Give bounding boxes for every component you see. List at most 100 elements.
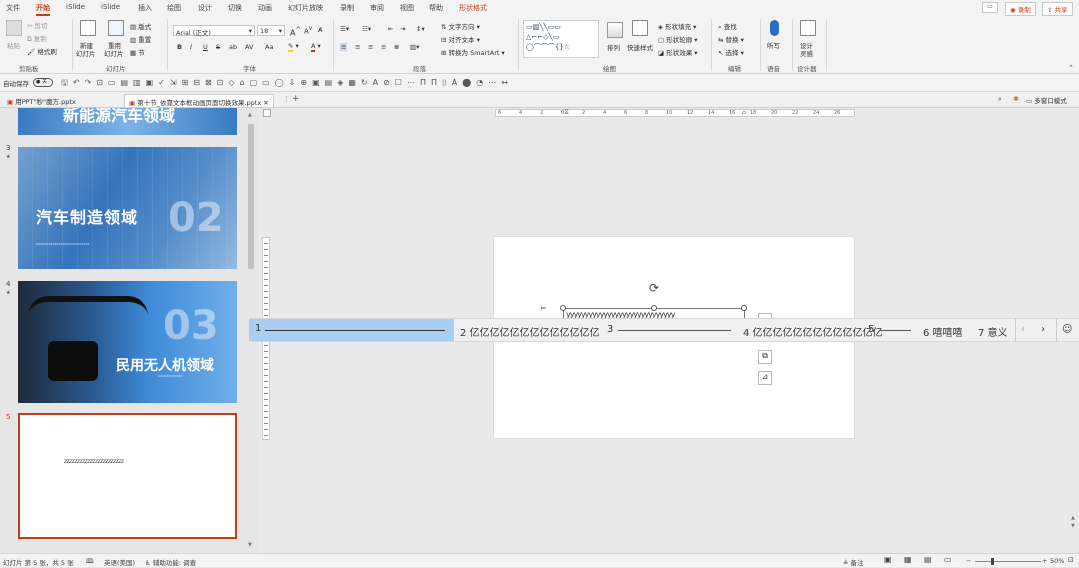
shape-effects-button[interactable]: ◪ 形状效果 ▾ xyxy=(658,47,698,57)
zoom-level[interactable]: 50% xyxy=(1050,557,1064,565)
zoom-out-icon[interactable]: − xyxy=(966,557,971,565)
char-spacing-button[interactable]: AV xyxy=(245,43,253,51)
smartart-button[interactable]: ⊞ 转换为 SmartArt ▾ xyxy=(441,47,505,57)
ime-next-icon[interactable]: › xyxy=(1041,324,1045,335)
line-spacing-button[interactable]: ↕▾ xyxy=(416,25,425,33)
language-indicator[interactable]: 英语(美国) xyxy=(104,557,135,567)
highlight-color-button[interactable]: ✎ ▾ xyxy=(288,42,299,52)
search-icon[interactable]: ⌕ xyxy=(998,95,1002,104)
canvas-scroll-icons[interactable]: ▲ ▼ xyxy=(1071,514,1075,530)
tab-home[interactable]: 开始 xyxy=(36,3,50,16)
tab-review[interactable]: 审阅 xyxy=(370,3,384,13)
slide-thumbnail-5[interactable]: ZZZZZZZZZZZZZZZZZZZZZZZ xyxy=(18,413,237,539)
reading-view-icon[interactable]: ▤ xyxy=(924,555,932,564)
tab-draw[interactable]: 绘图 xyxy=(167,3,181,13)
clear-format-icon[interactable]: A̸ xyxy=(318,26,322,34)
tab-shape-format[interactable]: 形状格式 xyxy=(459,3,487,13)
find-button[interactable]: ⌕ 查找 xyxy=(718,21,737,32)
ime-candidate[interactable]: 4 亿亿亿亿亿亿亿亿亿亿亿亿亿 xyxy=(743,324,883,339)
layout-button[interactable]: ▤ 版式 xyxy=(130,21,151,31)
indent-marker-icon[interactable]: ⧖ xyxy=(564,108,569,117)
zoom-slider-thumb[interactable] xyxy=(990,558,994,565)
ime-input-box[interactable]: 1 xyxy=(249,319,454,341)
settings-icon[interactable]: ✱ xyxy=(1013,95,1019,103)
strikethrough-button[interactable]: S xyxy=(216,43,220,51)
new-tab-icon[interactable]: + xyxy=(292,94,300,104)
zoom-in-icon[interactable]: + xyxy=(1042,557,1047,565)
decrease-indent-button[interactable]: ⇤ xyxy=(388,25,393,33)
cut-button[interactable]: ✂ 剪切 xyxy=(27,20,48,30)
spellcheck-icon[interactable]: 🕮 xyxy=(86,557,94,568)
reuse-slides-icon[interactable] xyxy=(108,20,124,36)
shape-outline-button[interactable]: ▢ 形状轮廓 ▾ xyxy=(658,34,698,44)
slide-thumbnail-4[interactable]: 03 民用无人机领域 XXXXXXXXXXXX xyxy=(18,281,237,403)
quick-styles-icon[interactable] xyxy=(632,20,648,36)
numbering-button[interactable]: ☷▾ xyxy=(362,25,371,33)
justify-button[interactable]: ≡ xyxy=(381,43,386,51)
new-slide-icon[interactable] xyxy=(80,20,96,36)
align-left-button[interactable]: ≡ xyxy=(340,43,348,51)
ime-candidate[interactable]: 2 亿亿亿亿亿亿亿亿亿亿亿亿亿 xyxy=(460,324,600,339)
ime-candidate[interactable]: 5 xyxy=(868,324,874,335)
tab-help[interactable]: 帮助 xyxy=(429,3,443,13)
slide-sorter-icon[interactable]: ▦ xyxy=(904,555,912,564)
ime-candidate[interactable]: 7 意义 xyxy=(978,324,1008,339)
tab-islide-1[interactable]: iSlide xyxy=(66,3,85,11)
copy-button[interactable]: ⧉ 复制 xyxy=(27,33,47,44)
bullets-button[interactable]: ☰▾ xyxy=(340,25,349,33)
autosave-toggle[interactable]: ● 关 xyxy=(33,78,53,87)
increase-indent-button[interactable]: ⇥ xyxy=(400,25,405,33)
tab-file[interactable]: 文件 xyxy=(6,3,20,13)
horizontal-ruler[interactable]: 6 4 2 0 2 4 6 8 10 12 14 16 18 20 22 24 26 ⧖ ⌂ xyxy=(495,108,855,117)
ime-candidate[interactable]: 6 嘻嘻嘻 xyxy=(923,324,963,339)
shadow-button[interactable]: ab xyxy=(229,43,237,51)
tab-insert[interactable]: 插入 xyxy=(138,3,152,13)
tab-view[interactable]: 视图 xyxy=(400,3,414,13)
doc-tab-1[interactable]: ▣ 用PPT"秒"魔方.pptx xyxy=(3,94,80,107)
shape-fill-button[interactable]: ◈ 形状填充 ▾ xyxy=(658,21,696,31)
qat-icons[interactable]: 🖫↶↷⊡▭▤▥▣✓⇲⊞⊟⊠⊡◇⌂▢▭◯⇩⊕▣▤◈▦↻A⊘☐⋯ΠΠ⌷A⬤◔⋯↔ xyxy=(61,77,513,91)
ime-prev-icon[interactable]: ‹ xyxy=(1021,324,1025,335)
microphone-icon[interactable] xyxy=(770,20,779,36)
zoom-slider[interactable] xyxy=(975,561,1041,562)
slideshow-view-icon[interactable]: ▭ xyxy=(944,555,952,564)
distribute-button[interactable]: ≣ xyxy=(394,43,399,51)
tab-transitions[interactable]: 切换 xyxy=(228,3,242,13)
arrange-icon[interactable] xyxy=(607,22,623,38)
slide-thumbnail-3[interactable]: 汽车制造领域 02 XXXXXXXXXXXXXXXXXXXXXXXXXX xyxy=(18,147,237,269)
align-center-button[interactable]: ≡ xyxy=(355,43,360,51)
designer-icon[interactable] xyxy=(800,20,816,36)
multi-window-button[interactable]: ▭ 多窗口模式 xyxy=(1026,95,1067,105)
underline-button[interactable]: U xyxy=(203,43,208,51)
fit-to-window-icon[interactable]: ⊡ xyxy=(1068,556,1074,564)
select-button[interactable]: ↖ 选择 ▾ xyxy=(718,47,744,57)
tab-record[interactable]: 录制 xyxy=(340,3,354,13)
rotate-handle-icon[interactable]: ⟳ xyxy=(649,281,659,295)
paste-icon[interactable] xyxy=(6,20,22,36)
tab-animations[interactable]: 动画 xyxy=(258,3,272,13)
align-text-button[interactable]: ⊟ 对齐文本 ▾ xyxy=(441,34,480,44)
columns-button[interactable]: ▥▾ xyxy=(410,43,419,51)
resize-handle-top-left[interactable] xyxy=(560,305,566,311)
format-painter-button[interactable]: 🖌 格式刷 xyxy=(27,46,57,56)
replace-button[interactable]: ⇆ 替换 ▾ xyxy=(718,34,744,44)
normal-view-icon[interactable]: ▣ xyxy=(884,555,892,564)
tab-slideshow[interactable]: 幻灯片放映 xyxy=(288,3,323,13)
record-button[interactable]: ◉ 录制 xyxy=(1005,2,1036,16)
tab-stop-icon[interactable]: ⌂ xyxy=(742,109,746,116)
font-size-select[interactable]: 18 ▾ xyxy=(257,25,285,36)
scrollbar-thumb[interactable] xyxy=(248,124,254,269)
scroll-down-icon[interactable]: ▼ xyxy=(248,542,252,548)
change-case-button[interactable]: Aa xyxy=(265,43,273,51)
text-direction-button[interactable]: ⇅ 文字方向 ▾ xyxy=(441,21,480,31)
font-name-select[interactable]: Arial (正文) ▾ xyxy=(173,25,255,37)
emoji-icon[interactable]: ☺ xyxy=(1062,324,1072,335)
crop-icon[interactable]: ⊿ xyxy=(758,371,772,385)
italic-button[interactable]: I xyxy=(190,43,192,51)
close-icon[interactable]: ✕ xyxy=(263,99,268,107)
copy-style-icon[interactable]: ⧉ xyxy=(758,350,772,364)
scroll-up-icon[interactable]: ▲ xyxy=(248,112,252,118)
resize-handle-top[interactable] xyxy=(651,305,657,311)
shapes-gallery[interactable]: ▭▨╲╲▭▭ △⌐⌐◇╲▭ ◯⌒⌒⌒{}☆ xyxy=(523,20,599,58)
share-button[interactable]: ⇪ 共享 xyxy=(1042,2,1073,16)
